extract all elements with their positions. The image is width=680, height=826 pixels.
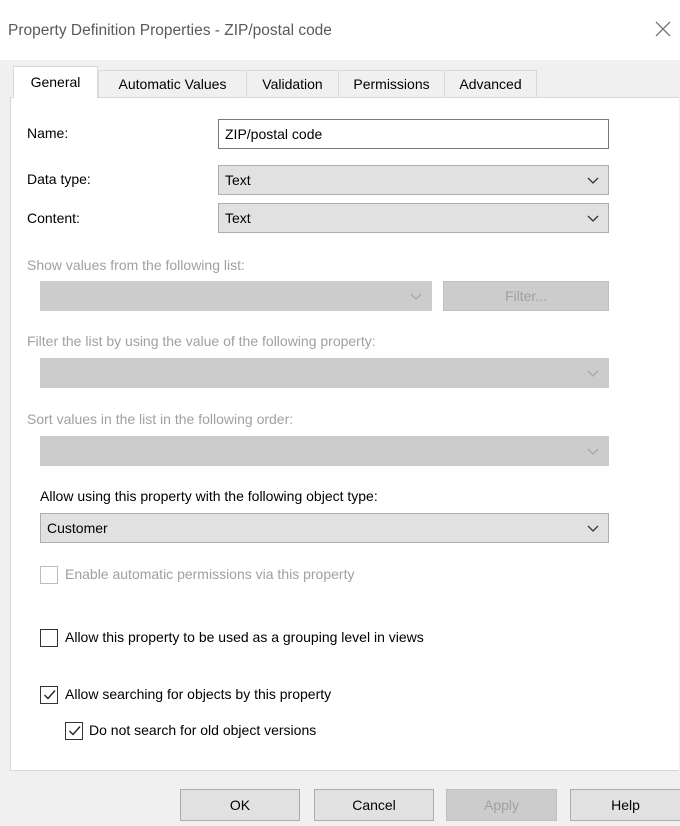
old-versions-label: Do not search for old object versions xyxy=(89,722,317,738)
object-type-value: Customer xyxy=(47,520,108,536)
help-button[interactable]: Help xyxy=(570,789,680,821)
window-title: Property Definition Properties - ZIP/pos… xyxy=(8,22,332,39)
tab-validation[interactable]: Validation xyxy=(246,70,339,97)
chevron-down-icon xyxy=(586,514,600,542)
filter-list-select xyxy=(40,358,609,388)
filter-button: Filter... xyxy=(443,281,609,311)
data-type-label: Data type: xyxy=(27,171,91,187)
chevron-down-icon xyxy=(586,359,600,387)
dialog-window: Property Definition Properties - ZIP/pos… xyxy=(0,0,680,826)
sort-values-label: Sort values in the list in the following… xyxy=(27,411,294,427)
auto-permissions-label: Enable automatic permissions via this pr… xyxy=(65,566,355,582)
chevron-down-icon xyxy=(586,166,600,194)
filter-list-label: Filter the list by using the value of th… xyxy=(27,333,376,349)
data-type-value: Text xyxy=(225,172,251,188)
grouping-checkbox[interactable] xyxy=(40,629,58,647)
show-values-select xyxy=(40,281,432,311)
content-value: Text xyxy=(225,210,251,226)
name-input[interactable]: ZIP/postal code xyxy=(218,119,609,149)
close-icon[interactable] xyxy=(654,18,680,44)
object-type-label: Allow using this property with the follo… xyxy=(40,488,378,504)
object-type-select[interactable]: Customer xyxy=(40,513,609,543)
old-versions-checkbox[interactable] xyxy=(65,722,83,740)
name-label: Name: xyxy=(27,125,69,141)
sort-values-select xyxy=(40,436,609,466)
checkmark-icon xyxy=(69,726,81,736)
searching-label: Allow searching for objects by this prop… xyxy=(65,686,332,702)
apply-button: Apply xyxy=(446,789,557,821)
chevron-down-icon xyxy=(586,437,600,465)
grouping-label: Allow this property to be used as a grou… xyxy=(65,629,424,645)
ok-button[interactable]: OK xyxy=(180,789,300,821)
chevron-down-icon xyxy=(586,204,600,232)
checkmark-icon xyxy=(44,690,56,700)
filter-button-label: Filter... xyxy=(504,288,547,304)
data-type-select[interactable]: Text xyxy=(218,165,609,195)
tab-general[interactable]: General xyxy=(13,66,98,98)
tab-automatic-values[interactable]: Automatic Values xyxy=(98,70,247,97)
tab-permissions[interactable]: Permissions xyxy=(338,70,445,97)
general-tab-panel xyxy=(10,97,679,771)
content-select[interactable]: Text xyxy=(218,203,609,233)
searching-checkbox[interactable] xyxy=(40,686,58,704)
title-bar: Property Definition Properties - ZIP/pos… xyxy=(0,0,680,60)
chevron-down-icon xyxy=(409,282,423,310)
auto-permissions-checkbox xyxy=(40,566,58,584)
tab-advanced[interactable]: Advanced xyxy=(444,70,537,97)
show-values-label: Show values from the following list: xyxy=(27,257,245,273)
content-label: Content: xyxy=(27,210,80,226)
cancel-button[interactable]: Cancel xyxy=(314,789,434,821)
